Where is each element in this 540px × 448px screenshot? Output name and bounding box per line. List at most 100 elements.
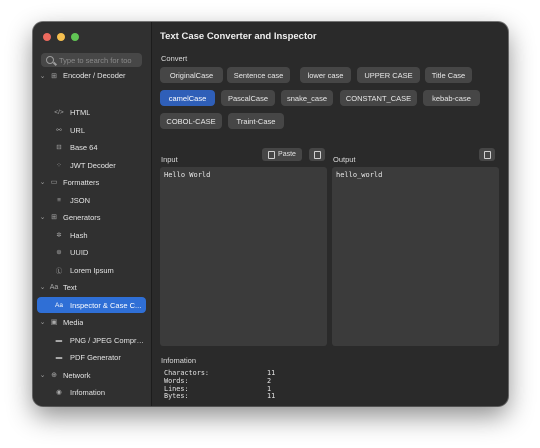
case-button-cobol-case[interactable]: COBOL-CASE: [160, 113, 222, 129]
sidebar-item-label: Media: [63, 317, 84, 327]
binary-icon: ⊟: [56, 144, 62, 151]
copy-icon: [483, 150, 491, 159]
case-icon: Aa: [55, 301, 63, 309]
sidebar-item-label: URL: [70, 125, 86, 135]
sidebar-item-label: Base 64: [70, 142, 98, 152]
sidebar-nav: ⌄ ⊞ Encoder / Decoder </> HTML ⚯ URL ⊟ Base 6…: [33, 22, 151, 406]
sidebar-item-label: UUID: [70, 247, 89, 257]
sidebar-group-media[interactable]: ⌄ ▣ Media: [37, 314, 146, 330]
case-button-originalcase[interactable]: OriginalCase: [160, 67, 223, 83]
sidebar-item-lorem-ipsum[interactable]: Ⓛ Lorem Ipsum: [37, 262, 146, 278]
sidebar-group-generators[interactable]: ⌄ ⊞ Generators: [37, 209, 146, 225]
document-icon: [313, 150, 321, 159]
case-button-pascalcase[interactable]: PascalCase: [221, 90, 275, 106]
app-window: ⌄ ⊞ Encoder / Decoder </> HTML ⚯ URL ⊟ Base 6…: [33, 22, 508, 406]
sidebar-item-label: PNG / JPEG Compre...: [69, 335, 146, 345]
sidebar-item-jwt-decoder[interactable]: ⁘ JWT Decoder: [37, 157, 146, 173]
gear-icon: ✲: [56, 232, 62, 239]
sidebar-item-label: Text: [63, 282, 77, 292]
chevron-down-icon[interactable]: ⌄: [38, 72, 47, 80]
sidebar-item-label: API: [70, 406, 82, 407]
output-label: Output: [333, 155, 356, 164]
chevron-down-icon[interactable]: ⌄: [38, 318, 47, 326]
clear-input-button[interactable]: [309, 148, 325, 161]
media-icon: ▣: [50, 319, 58, 326]
input-label: Input: [161, 155, 178, 164]
sidebar-group-text[interactable]: ⌄ Aa Text: [37, 279, 146, 295]
code-icon: </>: [54, 108, 64, 116]
case-button-lower-case[interactable]: lower case: [300, 67, 351, 83]
list-icon: ≡: [57, 196, 61, 204]
image-icon: ▬: [55, 336, 63, 344]
search-icon: [46, 56, 54, 64]
sidebar-item-png-jpeg-compre[interactable]: ▬ PNG / JPEG Compre...: [37, 332, 146, 348]
case-button-camelcase[interactable]: camelCase: [160, 90, 215, 106]
sidebar-item-label: Lorem Ipsum: [70, 265, 114, 275]
uuid-icon: ⊛: [56, 249, 62, 256]
sidebar-item-html[interactable]: </> HTML: [37, 104, 146, 120]
case-button-constant-case[interactable]: CONSTANT_CASE: [340, 90, 417, 106]
information-label: Infomation: [161, 356, 197, 365]
chevron-down-icon[interactable]: ⌄: [38, 283, 47, 291]
input-textarea[interactable]: Hello World: [160, 167, 327, 346]
sidebar-search-field[interactable]: Type to search for too: [41, 53, 142, 67]
case-button-snake-case[interactable]: snake_case: [281, 90, 333, 106]
sidebar-item-infomation[interactable]: ◉ Infomation: [37, 384, 146, 400]
sidebar-item-label: Generators: [63, 212, 101, 222]
stat-row: Bytes: 11: [164, 393, 275, 401]
sidebar-item-label: Inspector & Case C...: [70, 300, 142, 310]
sidebar-item-label: HTML: [70, 107, 91, 117]
output-text: hello_world: [336, 171, 383, 179]
page-title: Text Case Converter and Inspector: [160, 31, 317, 42]
case-button-kebab-case[interactable]: kebab-case: [423, 90, 480, 106]
case-button-sentence-case[interactable]: Sentence case: [227, 67, 290, 83]
sidebar-item-label: Formatters: [63, 177, 100, 187]
sidebar-item-label: JWT Decoder: [70, 160, 116, 170]
sidebar-item-base-64[interactable]: ⊟ Base 64: [37, 139, 146, 155]
sidebar-group-network[interactable]: ⌄ ⊕ Network: [37, 367, 146, 383]
chevron-down-icon[interactable]: ⌄: [38, 371, 47, 379]
sidebar-group-formatters[interactable]: ⌄ ▭ Formatters: [37, 174, 146, 190]
output-textarea[interactable]: hello_world: [332, 167, 499, 346]
case-button-traint-case[interactable]: Traint-Case: [228, 113, 284, 129]
stat-key: Bytes:: [164, 392, 189, 401]
statistics-list: Charactors: 11 Words: 2 Lines: 1 Bytes: 11: [164, 369, 275, 401]
case-button-upper-case[interactable]: UPPER CASE: [357, 67, 420, 83]
sidebar-group-label: Encoder / Decoder: [63, 71, 126, 80]
sidebar-item-pdf-generator[interactable]: ▬ PDF Generator: [37, 349, 146, 365]
sidebar: ⌄ ⊞ Encoder / Decoder </> HTML ⚯ URL ⊟ Base 6…: [33, 22, 152, 406]
stat-value: 11: [267, 392, 276, 401]
generators-icon: ⊞: [51, 214, 57, 221]
sidebar-item-json[interactable]: ≡ JSON: [37, 192, 146, 208]
pdf-icon: ▬: [55, 353, 63, 361]
case-button-title-case[interactable]: Title Case: [425, 67, 472, 83]
copy-output-button[interactable]: [479, 148, 495, 161]
lorem-icon: Ⓛ: [55, 268, 63, 275]
sidebar-item-url[interactable]: ⚯ URL: [37, 122, 146, 138]
info-icon: ◉: [56, 389, 62, 396]
sidebar-group-encoder-decoder[interactable]: ⌄ ⊞ Encoder / Decoder: [37, 69, 146, 80]
paste-button[interactable]: Paste: [262, 148, 302, 161]
sidebar-item-label: Hash: [70, 230, 88, 240]
jwt-icon: ⁘: [56, 162, 62, 169]
convert-label: Convert: [161, 54, 188, 63]
sidebar-item-inspector-case-c[interactable]: Aa Inspector & Case C...: [37, 297, 146, 313]
sidebar-item-label: PDF Generator: [70, 352, 121, 362]
paste-button-label: Paste: [278, 151, 296, 158]
search-placeholder: Type to search for too: [59, 55, 132, 65]
text-icon: Aa: [49, 283, 59, 291]
sidebar-item-label: Infomation: [70, 387, 106, 397]
chevron-down-icon[interactable]: ⌄: [38, 178, 47, 186]
formatters-icon: ▭: [50, 179, 58, 186]
sidebar-item-hash[interactable]: ✲ Hash: [37, 227, 146, 243]
sidebar-item-label: JSON: [70, 195, 91, 205]
clipboard-icon: [268, 150, 276, 159]
globe-icon: ⊕: [51, 372, 57, 379]
main-panel: Text Case Converter and Inspector Conver…: [152, 22, 508, 406]
sidebar-item-label: Network: [63, 370, 91, 380]
sidebar-item-uuid[interactable]: ⊛ UUID: [37, 244, 146, 260]
grid-icon: ⊞: [51, 73, 57, 80]
chevron-down-icon[interactable]: ⌄: [38, 213, 47, 221]
input-text: Hello World: [164, 171, 211, 179]
sidebar-item-api[interactable]: APIAPI: [37, 402, 146, 407]
